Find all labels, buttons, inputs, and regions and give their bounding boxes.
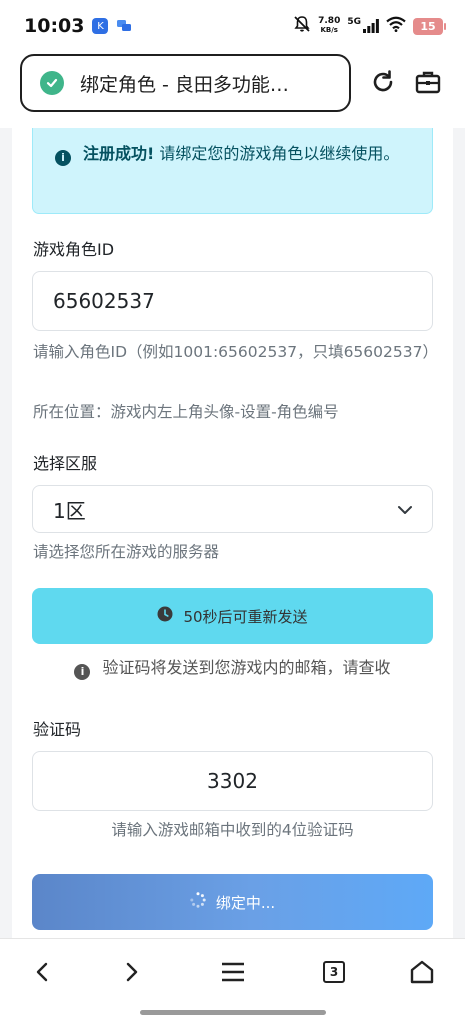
- status-time: 10:03: [24, 15, 85, 37]
- resend-code-button[interactable]: 50秒后可重新发送: [32, 588, 433, 644]
- bind-button[interactable]: 绑定中...: [32, 874, 433, 930]
- reload-icon[interactable]: [367, 66, 399, 98]
- role-id-input[interactable]: 65602537: [32, 271, 433, 331]
- server-select[interactable]: 1区: [32, 485, 433, 533]
- info-icon: i: [74, 663, 91, 680]
- home-icon[interactable]: [405, 955, 439, 989]
- tab-count: 3: [323, 961, 345, 983]
- home-indicator[interactable]: [140, 1010, 326, 1015]
- network-speed: 7.80 KB/s: [318, 16, 341, 35]
- role-id-label: 游戏角色ID: [33, 240, 115, 259]
- code-label: 验证码: [33, 720, 82, 739]
- shield-check-icon: [40, 71, 64, 95]
- mute-icon: [293, 15, 311, 37]
- role-id-help: 请输入角色ID（例如1001:65602537，只填65602537）: [33, 343, 438, 361]
- page-title: 绑定角色 - 良田多功能…: [80, 73, 289, 96]
- back-icon[interactable]: [26, 955, 60, 989]
- toolbox-icon[interactable]: [412, 66, 444, 98]
- code-send-note: i 验证码将发送到您游戏内的邮箱，请查收: [32, 654, 433, 680]
- wifi-icon: [386, 16, 406, 36]
- signal-icon: 5G: [347, 17, 379, 33]
- bind-role-card: i 注册成功! 请绑定您的游戏角色以继续使用。 游戏角色ID 65602537 请…: [12, 128, 453, 938]
- code-help: 请输入游戏邮箱中收到的4位验证码: [111, 821, 354, 839]
- server-help: 请选择您所在游戏的服务器: [33, 543, 220, 561]
- address-bar[interactable]: 绑定角色 - 良田多功能…: [20, 54, 351, 112]
- resend-label: 50秒后可重新发送: [183, 607, 308, 626]
- spinner-icon: [190, 892, 206, 912]
- menu-icon[interactable]: [216, 955, 250, 989]
- chat-notification-icon: [116, 18, 133, 34]
- bind-label: 绑定中...: [215, 893, 276, 912]
- server-selected-value: 1区: [53, 498, 86, 523]
- role-id-location-help: 所在位置：游戏内左上角头像-设置-角色编号: [33, 403, 339, 421]
- tabs-button[interactable]: 3: [317, 955, 351, 989]
- forward-icon[interactable]: [114, 955, 148, 989]
- alert-title: 注册成功!: [83, 144, 155, 163]
- alert-message: 请绑定您的游戏角色以继续使用。: [159, 144, 400, 163]
- server-label: 选择区服: [33, 454, 98, 473]
- clock-icon: [157, 606, 173, 626]
- app-notification-icon: K: [92, 18, 109, 34]
- browser-toolbar: 绑定角色 - 良田多功能…: [0, 52, 465, 128]
- chevron-down-icon: [396, 500, 414, 524]
- info-icon: i: [55, 149, 71, 166]
- success-alert: i 注册成功! 请绑定您的游戏角色以继续使用。: [32, 128, 433, 214]
- verification-code-input[interactable]: 3302: [32, 751, 433, 811]
- battery-indicator: 15: [413, 17, 446, 35]
- status-bar: 10:03 K 7.80 KB/s 5G 15: [0, 0, 465, 52]
